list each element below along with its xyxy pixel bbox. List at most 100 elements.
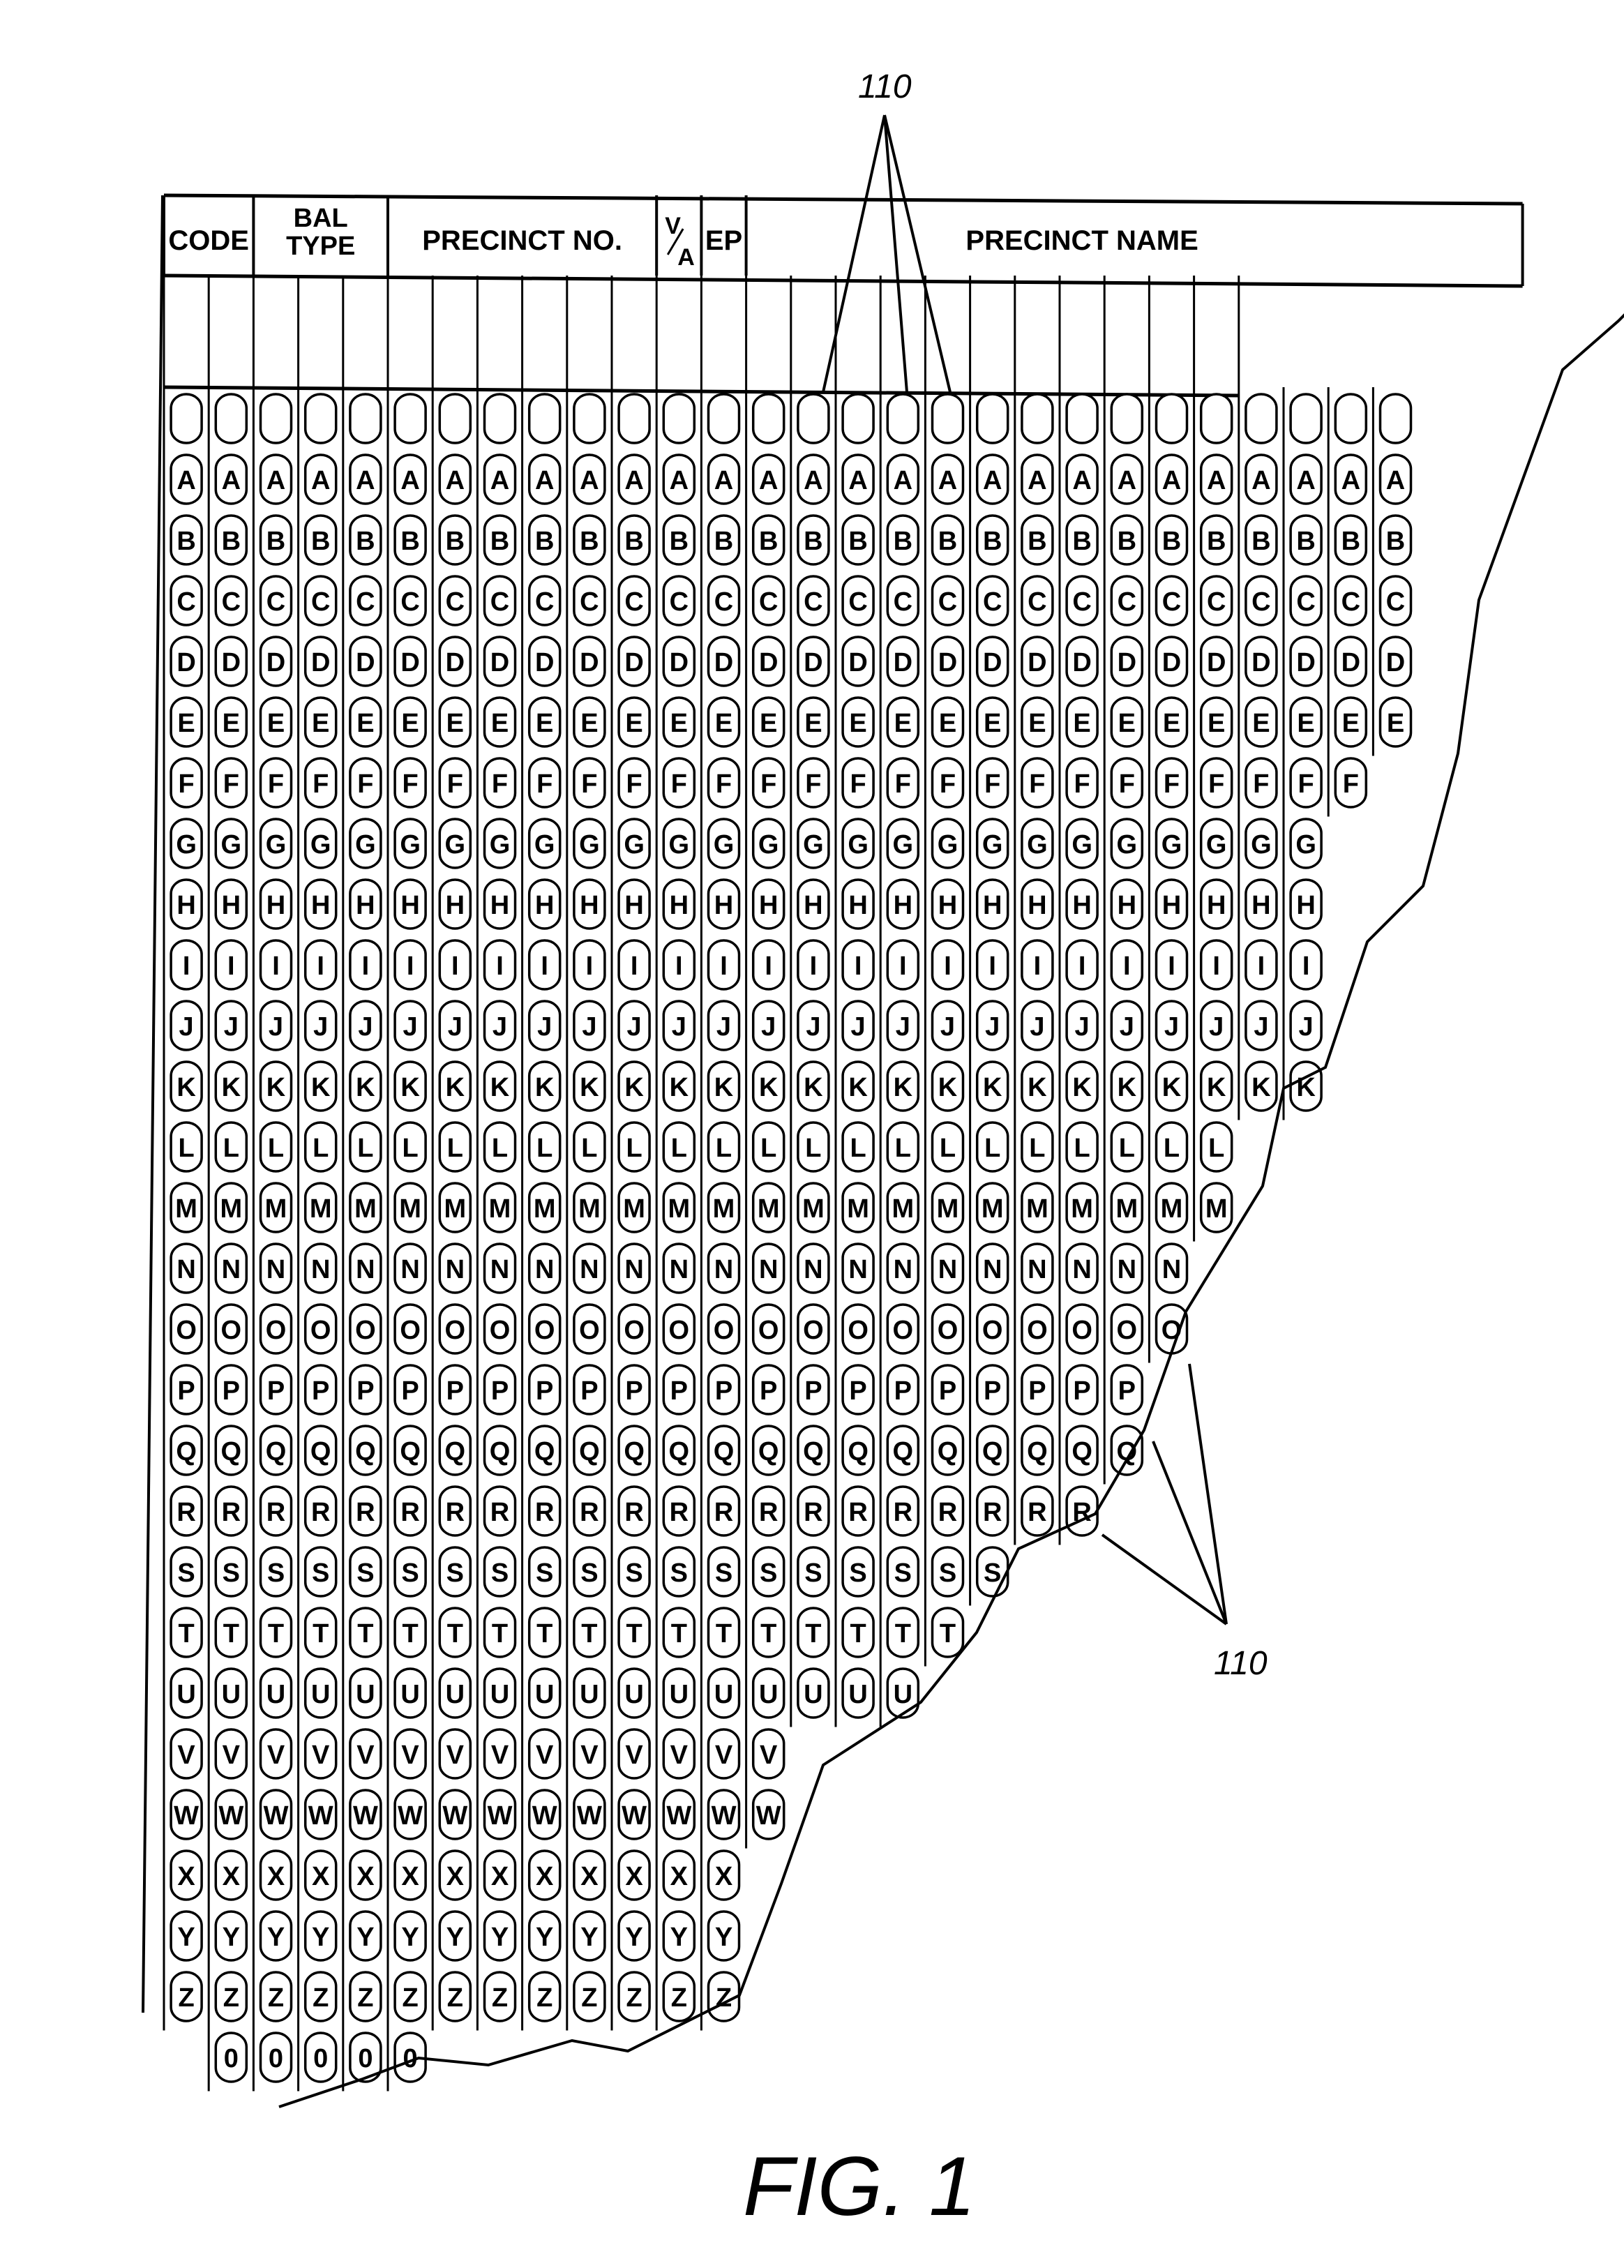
bubble-letter: W bbox=[577, 1801, 602, 1831]
bubble-letter: Q bbox=[1072, 1437, 1092, 1466]
bubble-letter: L bbox=[357, 1134, 373, 1163]
bubble-letter: V bbox=[760, 1741, 778, 1770]
bubble-letter: U bbox=[624, 1680, 643, 1709]
bubble-letter: E bbox=[1028, 709, 1046, 738]
bubble-letter: S bbox=[177, 1559, 195, 1588]
bubble-letter: E bbox=[1252, 709, 1270, 738]
bubble-letter: X bbox=[401, 1862, 419, 1891]
bubble-letter: B bbox=[670, 527, 689, 556]
bubble-letter: C bbox=[983, 587, 1002, 617]
bubble-grid: A B C D E F G H I J K L M N O P Q R S T U V W X Y Z A B C D E F G H I J K L M N… bbox=[142, 195, 1413, 2091]
bubble-letter: B bbox=[1207, 527, 1226, 556]
bubble-letter: A bbox=[222, 466, 241, 495]
bubble-letter: W bbox=[398, 1801, 423, 1831]
bubble-letter: Q bbox=[400, 1437, 421, 1466]
bubble-letter: Z bbox=[178, 1983, 194, 2013]
bubble-letter: H bbox=[1207, 891, 1226, 920]
bubble-letter: O bbox=[176, 1316, 197, 1345]
header-label: PRECINCT NAME bbox=[965, 225, 1198, 256]
bubble-letter: F bbox=[357, 769, 373, 799]
bubble-letter: K bbox=[983, 1073, 1002, 1102]
bubble-letter: N bbox=[535, 1255, 554, 1284]
bubble-letter: G bbox=[848, 830, 869, 859]
bubble-letter: J bbox=[269, 1012, 283, 1042]
bubble-letter: C bbox=[1028, 587, 1046, 617]
bubble bbox=[1199, 393, 1233, 444]
bubble-letter: U bbox=[670, 1680, 689, 1709]
bubble-letter: J bbox=[672, 1012, 686, 1042]
bubble-letter: F bbox=[895, 769, 911, 799]
bubble-letter: G bbox=[1027, 830, 1048, 859]
bubble-letter: K bbox=[714, 1073, 734, 1102]
bubble-letter: V bbox=[580, 1741, 599, 1770]
bubble-letter: J bbox=[358, 1012, 373, 1042]
bubble-letter: S bbox=[536, 1559, 553, 1588]
header-divider bbox=[163, 273, 1523, 288]
bubble-letter: S bbox=[491, 1559, 509, 1588]
bubble bbox=[617, 393, 651, 444]
bubble-letter: C bbox=[400, 587, 419, 617]
bubble-letter: K bbox=[670, 1073, 689, 1102]
bubble-letter: R bbox=[400, 1498, 419, 1527]
bubble-letter: F bbox=[626, 769, 642, 799]
reference-label-bottom: 110 bbox=[1214, 1645, 1268, 1682]
bubble-letter: O bbox=[982, 1316, 1003, 1345]
bubble-letter: R bbox=[266, 1498, 285, 1527]
bubble-letter: S bbox=[223, 1559, 240, 1588]
bubble-letter: F bbox=[223, 769, 239, 799]
bubble-letter: Q bbox=[758, 1437, 779, 1466]
bubble-letter: D bbox=[222, 648, 241, 677]
bubble-letter: O bbox=[803, 1316, 824, 1345]
bubble-letter: H bbox=[400, 891, 419, 920]
bubble-letter: J bbox=[493, 1012, 507, 1042]
bubble-letter: G bbox=[893, 830, 914, 859]
bubble-letter: L bbox=[313, 1134, 329, 1163]
bubble-letter: M bbox=[1161, 1194, 1183, 1224]
bubble bbox=[797, 393, 830, 444]
bubble-letter: T bbox=[850, 1619, 866, 1649]
bubble-letter: U bbox=[894, 1680, 912, 1709]
bubble-letter: A bbox=[624, 466, 643, 495]
bubble-letter: C bbox=[535, 587, 554, 617]
bubble-letter: X bbox=[223, 1862, 241, 1891]
bubble-letter: H bbox=[311, 891, 330, 920]
bubble-letter: D bbox=[1251, 648, 1270, 677]
bubble-letter: L bbox=[1208, 1134, 1224, 1163]
bubble-letter: H bbox=[714, 891, 733, 920]
bubble-letter: C bbox=[759, 587, 778, 617]
bubble-letter: O bbox=[669, 1316, 690, 1345]
bubble-letter: D bbox=[983, 648, 1002, 677]
bubble-letter: I bbox=[1034, 952, 1042, 981]
bubble-letter: L bbox=[268, 1134, 284, 1163]
bubble-letter: E bbox=[536, 709, 553, 738]
bubble-letter: A bbox=[848, 466, 867, 495]
bubble-letter: Z bbox=[402, 1983, 418, 2013]
bubble-letter: P bbox=[223, 1376, 240, 1406]
bubble bbox=[483, 393, 517, 444]
ballot-figure: CODEBALTYPE PRECINCT NO. VAEP PRECINCT NAME… bbox=[142, 68, 1624, 2233]
bubble bbox=[1110, 393, 1144, 444]
bubble-letter: H bbox=[848, 891, 867, 920]
bubble-letter: N bbox=[446, 1255, 465, 1284]
bubble-letter: L bbox=[1074, 1134, 1090, 1163]
bubble-letter: F bbox=[984, 769, 1000, 799]
bubble-letter: C bbox=[356, 587, 375, 617]
bubble-letter: C bbox=[311, 587, 330, 617]
bubble-letter: M bbox=[354, 1194, 377, 1224]
bubble-letter: D bbox=[848, 648, 867, 677]
bubble-letter: N bbox=[356, 1255, 375, 1284]
bubble-letter: J bbox=[716, 1012, 731, 1042]
bubble-letter: B bbox=[1296, 527, 1315, 556]
bubble-letter: Y bbox=[267, 1923, 285, 1952]
bubble-letter: N bbox=[804, 1255, 822, 1284]
bubble-letter: M bbox=[982, 1194, 1004, 1224]
bubble-letter: H bbox=[938, 891, 957, 920]
bubble-letter: D bbox=[535, 648, 554, 677]
bubble-letter: E bbox=[715, 709, 732, 738]
bubble-letter: X bbox=[491, 1862, 509, 1891]
bubble-letter: F bbox=[1298, 769, 1314, 799]
bubble-letter: L bbox=[178, 1134, 194, 1163]
bubble-letter: J bbox=[806, 1012, 820, 1042]
bubble-letter: J bbox=[1030, 1012, 1044, 1042]
bubble-letter: N bbox=[624, 1255, 643, 1284]
